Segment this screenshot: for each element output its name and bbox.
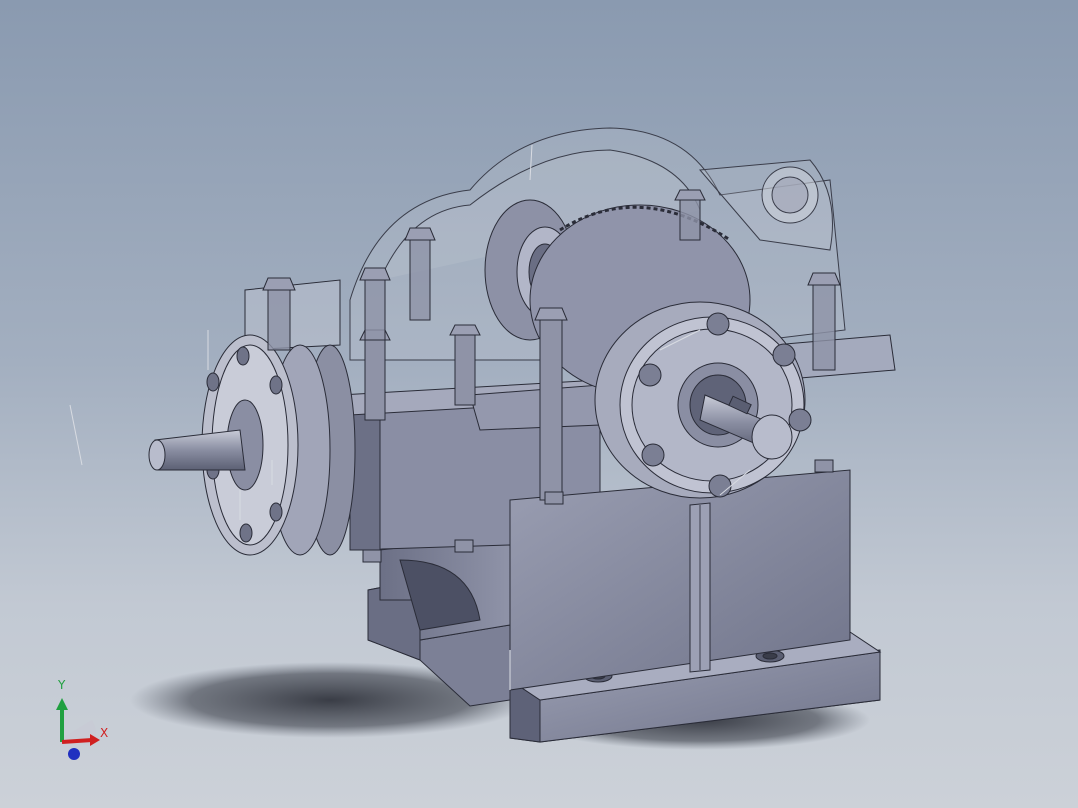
- graphics-viewport[interactable]: Y X: [0, 0, 1078, 808]
- input-shaft[interactable]: [148, 429, 246, 471]
- gearbox-model[interactable]: [0, 0, 1078, 808]
- triad-y-axis: [56, 698, 68, 742]
- triad-x-label: X: [100, 726, 109, 740]
- triad-y-label: Y: [58, 678, 66, 692]
- z-axis-knob: [68, 748, 80, 760]
- view-orientation-triad[interactable]: Y X: [40, 678, 130, 770]
